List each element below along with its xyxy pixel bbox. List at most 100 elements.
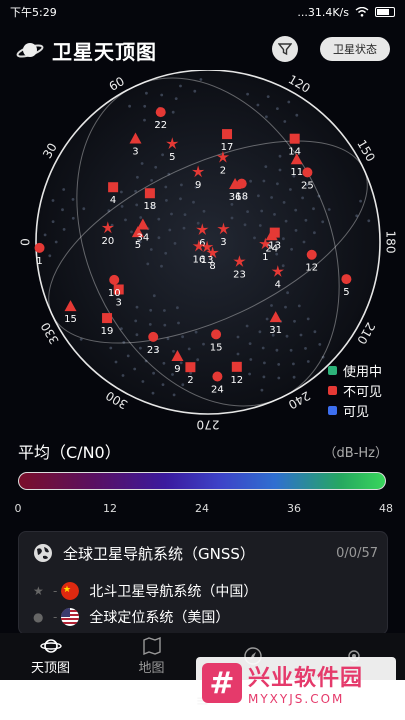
cn0-ticks: 0 12 24 36 48 — [14, 502, 394, 518]
china-flag-icon — [61, 582, 80, 600]
page-title: 卫星天顶图 — [52, 39, 157, 64]
satellite-id: 23 — [233, 270, 246, 281]
cn0-tick-label: 48 — [379, 502, 393, 515]
cn0-title: 平均（C/N0） — [18, 443, 121, 462]
satellite-square — [185, 362, 196, 373]
azimuth-label: 0 — [19, 238, 33, 246]
legend-item: 不可见 — [328, 380, 382, 400]
satellite-id: 11 — [290, 167, 303, 178]
gnss-title: 全球卫星导航系统（GNSS） — [63, 544, 255, 563]
status-time: 下午5:29 — [10, 6, 57, 19]
satellite-id: 20 — [101, 236, 114, 247]
azimuth-label: 180 — [384, 231, 398, 254]
satellite-status-button[interactable]: 卫星状态 — [320, 37, 390, 61]
satellite-id: 2 — [220, 165, 226, 176]
satellite-circle — [155, 107, 166, 118]
cn0-unit: （dB-Hz） — [323, 445, 388, 461]
satellite-id: 9 — [195, 180, 201, 191]
star-icon: ★ — [33, 584, 44, 598]
tab-label: 地图 — [138, 661, 165, 676]
filter-icon — [278, 43, 292, 56]
satellite-square — [269, 227, 280, 238]
satellite-circle — [212, 371, 223, 382]
legend-label: 不可见 — [343, 384, 383, 400]
tab-map[interactable]: 地图 — [101, 633, 202, 680]
globe-icon — [34, 544, 52, 562]
satellite-id: 9 — [174, 364, 180, 375]
satellite-id: 31 — [269, 325, 282, 336]
status-bar: 下午5:29 ...31.4K/s — [0, 0, 405, 24]
satellite-id: 15 — [210, 342, 223, 353]
satellite-square — [222, 129, 233, 140]
satellite-circle — [211, 329, 222, 340]
satellite-id: 12 — [230, 375, 243, 386]
system-name: 全球定位系统（美国） — [89, 610, 230, 626]
satellite-id: 5 — [343, 287, 349, 298]
system-row-gps[interactable]: ● - 全球定位系统（美国） — [33, 606, 373, 628]
tab-label: 天顶图 — [30, 661, 70, 676]
satellite-id: 16 — [192, 254, 205, 265]
satellite-id: 22 — [154, 120, 167, 131]
cn0-header: 平均（C/N0） （dB-Hz） — [18, 440, 388, 462]
satellite-id: 4 — [275, 280, 281, 291]
legend-swatch — [328, 365, 337, 375]
cn0-gradient-bar — [18, 472, 386, 490]
satellite-square — [108, 182, 119, 193]
satellite-id: 12 — [305, 263, 318, 274]
azimuth-label: 60 — [107, 74, 127, 94]
system-name: 北斗卫星导航系统（中国） — [89, 584, 258, 600]
tab-skyplot[interactable]: 天顶图 — [0, 633, 101, 680]
satellite-circle — [302, 167, 313, 178]
legend-item: 可见 — [328, 400, 382, 420]
watermark-logo-icon: # — [202, 663, 242, 703]
satellite-id: 1 — [36, 256, 42, 267]
satellite-circle — [34, 242, 45, 253]
usa-flag-icon — [61, 608, 80, 626]
satellite-id: 10 — [108, 288, 121, 299]
network-speed: ...31.4K/s — [297, 5, 349, 19]
wifi-icon — [355, 7, 369, 17]
satellite-id: 3 — [220, 237, 226, 248]
planet-icon — [39, 639, 62, 653]
satellite-circle — [341, 274, 352, 285]
satellite-id: 23 — [147, 345, 160, 356]
satellite-id: 34 — [137, 233, 150, 244]
satellite-circle — [306, 249, 317, 260]
satellite-square — [231, 361, 242, 372]
satellite-id: 2 — [187, 375, 193, 386]
satellite-id: 17 — [221, 142, 234, 153]
battery-icon — [375, 7, 395, 17]
system-row-beidou[interactable]: ★ - 北斗卫星导航系统（中国） — [33, 580, 373, 602]
watermark-title: 兴业软件园 — [248, 666, 364, 691]
satellite-id: 36 — [229, 192, 242, 203]
satellite-square — [289, 133, 300, 144]
azimuth-label: 30 — [40, 141, 60, 161]
satellite-id: 4 — [110, 195, 116, 206]
satellite-square — [102, 313, 113, 324]
satellite-id: 15 — [64, 314, 77, 325]
cn0-tick-label: 12 — [103, 502, 117, 515]
legend-label: 使用中 — [343, 364, 383, 380]
satellite-id: 14 — [288, 147, 301, 158]
map-icon — [142, 637, 161, 655]
title-bar: 卫星天顶图 卫星状态 — [0, 30, 405, 70]
status-icons: ...31.4K/s — [297, 6, 395, 19]
filter-button[interactable] — [272, 36, 298, 62]
dot-icon: ● — [33, 610, 44, 624]
legend-swatch — [328, 405, 337, 415]
cn0-tick-label: 24 — [195, 502, 209, 515]
satellite-id: 3 — [116, 297, 122, 308]
watermark-subtitle: MYXYJS.COM — [248, 692, 345, 706]
satellite-square — [144, 188, 155, 199]
satellite-circle — [148, 331, 159, 342]
satellite-id: 19 — [101, 326, 114, 337]
satellite-id: 5 — [169, 152, 175, 163]
cn0-tick-label: 0 — [14, 502, 22, 515]
satellite-id: 1 — [262, 252, 268, 263]
azimuth-label: 270 — [197, 418, 220, 431]
planet-logo-icon — [16, 43, 44, 58]
satellite-id: 25 — [301, 180, 314, 191]
gnss-card[interactable]: 全球卫星导航系统（GNSS） 0/0/57 ★ - 北斗卫星导航系统（中国） ●… — [18, 531, 388, 635]
legend-swatch — [328, 385, 337, 395]
gnss-header: 全球卫星导航系统（GNSS） 0/0/57 — [33, 542, 378, 564]
